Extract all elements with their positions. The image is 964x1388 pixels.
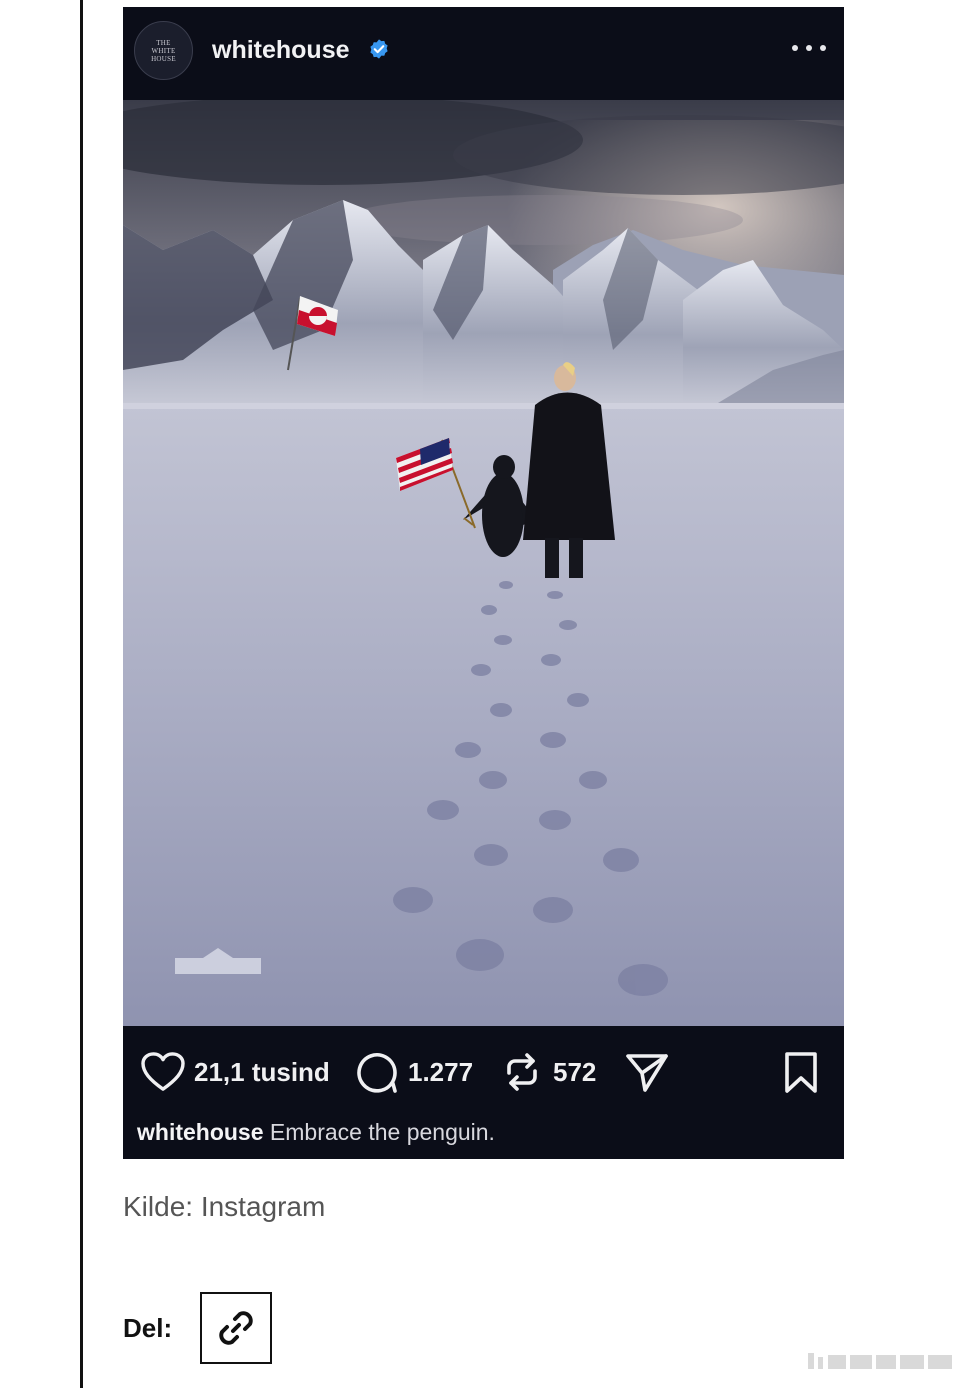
like-action[interactable]: 21,1 tusind	[140, 1051, 330, 1093]
post-header: THE WHITE HOUSE whitehouse	[123, 7, 844, 100]
caption-username[interactable]: whitehouse	[137, 1119, 264, 1145]
link-icon	[219, 1311, 253, 1345]
repost-icon[interactable]	[503, 1051, 541, 1093]
source-credit: Kilde: Instagram	[123, 1191, 326, 1222]
comment-action[interactable]: 1.277	[354, 1051, 473, 1093]
comment-icon[interactable]	[354, 1051, 398, 1093]
verified-icon	[370, 39, 388, 59]
post-image[interactable]	[123, 100, 844, 1026]
likes-count: 21,1 tusind	[194, 1056, 330, 1087]
left-border-rule	[80, 0, 83, 1388]
share-icon[interactable]	[625, 1052, 669, 1094]
share-label: Del:	[123, 1313, 173, 1343]
post-actions-bar: 21,1 tusind 1.277 572 whitehouse Embrace…	[123, 1026, 844, 1159]
avatar-text-3: HOUSE	[151, 54, 176, 63]
comments-count: 1.277	[408, 1056, 474, 1087]
reposts-count: 572	[553, 1056, 597, 1087]
copy-link-button[interactable]	[200, 1292, 272, 1364]
post-username[interactable]: whitehouse	[212, 35, 350, 65]
instagram-post-embed: THE WHITE HOUSE whitehouse 21,1 tusind 1…	[123, 7, 844, 1159]
corner-watermark	[808, 1353, 952, 1369]
more-options-icon[interactable]	[792, 37, 826, 59]
bookmark-icon[interactable]	[783, 1051, 819, 1095]
avatar-text-2: WHITE	[151, 46, 176, 55]
avatar[interactable]: THE WHITE HOUSE	[134, 21, 193, 80]
avatar-text-1: THE	[156, 38, 171, 47]
repost-action[interactable]: 572	[503, 1051, 596, 1093]
caption-text: Embrace the penguin.	[263, 1119, 495, 1145]
post-caption: whitehouse Embrace the penguin.	[137, 1118, 495, 1146]
heart-icon[interactable]	[140, 1052, 186, 1092]
